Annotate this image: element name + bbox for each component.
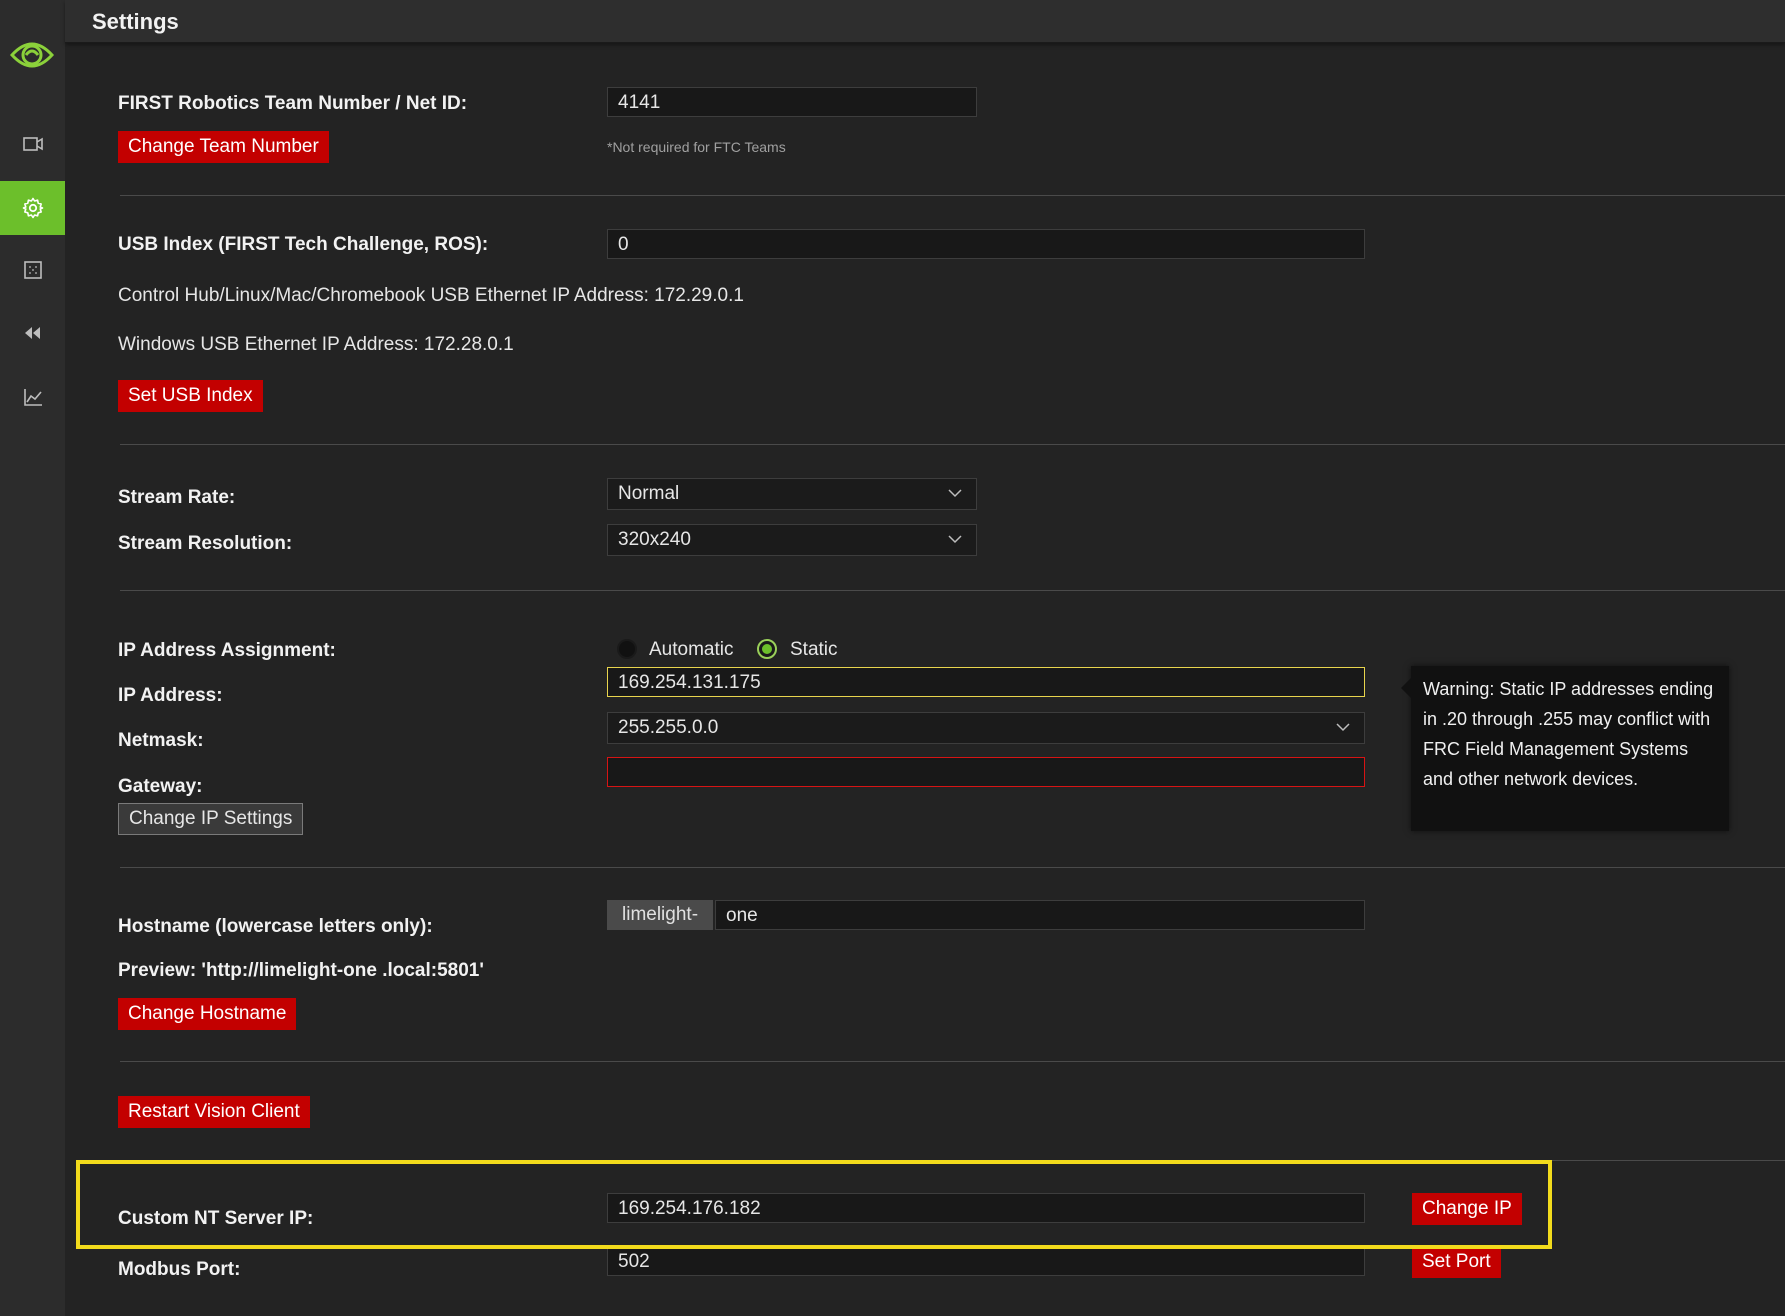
sidebar-item-camera[interactable] [0, 117, 65, 171]
change-hostname-button[interactable]: Change Hostname [118, 998, 297, 1030]
settings-panel: FIRST Robotics Team Number / Net ID: 414… [65, 43, 1785, 1316]
sidebar [0, 0, 65, 1316]
team-number-label: FIRST Robotics Team Number / Net ID: [118, 93, 468, 114]
divider [120, 444, 1785, 445]
chart-icon [23, 389, 42, 406]
radio-automatic-label[interactable]: Automatic [649, 639, 733, 661]
sidebar-item-grid[interactable] [0, 243, 65, 297]
radio-static[interactable] [757, 639, 777, 659]
custom-nt-server-input[interactable]: 169.254.176.182 [607, 1193, 1365, 1223]
ip-assignment-label: IP Address Assignment: [118, 640, 336, 661]
netmask-label: Netmask: [118, 730, 204, 751]
modbus-port-label: Modbus Port: [118, 1259, 241, 1280]
usb-index-label: USB Index (FIRST Tech Challenge, ROS): [118, 234, 489, 255]
set-modbus-port-button[interactable]: Set Port [1412, 1246, 1501, 1278]
divider [120, 867, 1785, 868]
custom-nt-server-label: Custom NT Server IP: [118, 1208, 314, 1229]
stream-resolution-value: 320x240 [618, 529, 691, 550]
gateway-input[interactable] [607, 757, 1365, 787]
usb-ip-windows-text: Windows USB Ethernet IP Address: 172.28.… [118, 334, 514, 355]
page-title: Settings [92, 9, 179, 34]
divider [120, 590, 1785, 591]
divider [120, 1061, 1785, 1062]
camera-icon [22, 137, 43, 151]
radio-automatic[interactable] [617, 639, 637, 659]
ip-address-input[interactable]: 169.254.131.175 [607, 667, 1365, 697]
stream-resolution-label: Stream Resolution: [118, 533, 293, 554]
team-number-input[interactable]: 4141 [607, 87, 977, 117]
rewind-icon [24, 327, 40, 339]
change-team-number-button[interactable]: Change Team Number [118, 131, 329, 163]
change-ip-settings-button[interactable]: Change IP Settings [118, 803, 304, 835]
stream-resolution-select[interactable]: 320x240 [607, 524, 977, 556]
set-usb-index-button[interactable]: Set USB Index [118, 380, 263, 412]
sidebar-item-chart[interactable] [0, 370, 65, 424]
sidebar-item-settings[interactable] [0, 181, 65, 235]
header-bar: Settings [65, 0, 1785, 43]
gateway-label: Gateway: [118, 776, 203, 797]
change-nt-ip-button[interactable]: Change IP [1412, 1193, 1522, 1225]
stream-rate-value: Normal [618, 483, 680, 504]
chevron-down-icon [948, 535, 962, 544]
limelight-logo-icon[interactable] [10, 33, 54, 77]
static-ip-warning-tooltip: Warning: Static IP addresses ending in .… [1401, 666, 1729, 831]
sidebar-item-rewind[interactable] [0, 306, 65, 360]
gear-icon [22, 197, 43, 219]
stream-rate-select[interactable]: Normal [607, 478, 977, 510]
hostname-preview: Preview: 'http://limelight-one .local:58… [118, 960, 484, 981]
chevron-down-icon [1336, 723, 1350, 732]
hostname-prefix: limelight- [607, 900, 714, 930]
stream-rate-label: Stream Rate: [118, 487, 236, 508]
ip-address-label: IP Address: [118, 685, 223, 706]
grid-icon [23, 261, 42, 279]
radio-static-label[interactable]: Static [790, 639, 838, 661]
usb-index-input[interactable]: 0 [607, 229, 1365, 259]
netmask-value: 255.255.0.0 [618, 717, 719, 738]
usb-ip-control-hub-text: Control Hub/Linux/Mac/Chromebook USB Eth… [118, 285, 744, 306]
netmask-select[interactable]: 255.255.0.0 [607, 712, 1365, 744]
divider [120, 1160, 1785, 1161]
restart-vision-client-button[interactable]: Restart Vision Client [118, 1096, 310, 1128]
team-number-hint: *Not required for FTC Teams [607, 139, 786, 155]
hostname-input[interactable]: one [715, 900, 1365, 930]
chevron-down-icon [948, 489, 962, 498]
hostname-label: Hostname (lowercase letters only): [118, 916, 433, 937]
modbus-port-input[interactable]: 502 [607, 1246, 1365, 1276]
divider [120, 195, 1785, 196]
